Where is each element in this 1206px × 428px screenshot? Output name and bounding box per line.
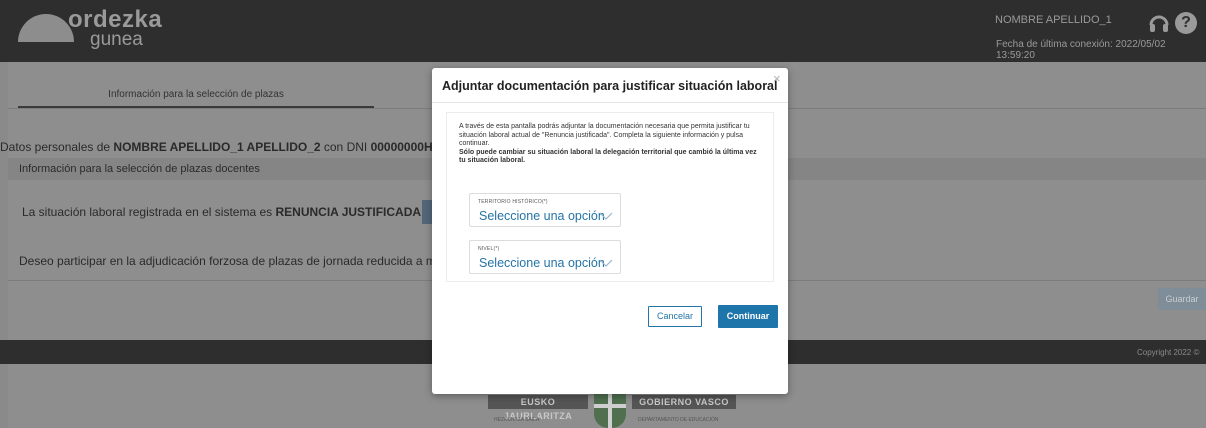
headset-icon[interactable] xyxy=(1148,12,1170,34)
gv-logo-left-small: HEZKUNTZA SAILA xyxy=(494,417,540,423)
continue-button[interactable]: Continuar xyxy=(718,305,778,328)
gobierno-vasco-logo: EUSKO JAURLARITZA GOBIERNO VASCO HEZKUNT… xyxy=(488,388,736,428)
modal-header-divider xyxy=(432,102,788,103)
situacion-value: RENUNCIA JUSTIFICADA xyxy=(275,205,422,219)
gv-emblem-icon xyxy=(594,388,626,428)
situacion-prefix: La situación laboral registrada en el si… xyxy=(22,205,276,219)
modal-form: A través de esta pantalla podrás adjunta… xyxy=(446,112,774,282)
gv-logo-left: EUSKO JAURLARITZA xyxy=(488,395,588,421)
territorio-value[interactable]: Seleccione una opción xyxy=(479,209,605,223)
help-icon[interactable]: ? xyxy=(1175,12,1197,34)
territorio-label: TERRITORIO HISTÓRICO(*) xyxy=(478,199,548,205)
cancel-button[interactable]: Cancelar xyxy=(648,306,702,327)
personal-data-line: Datos personales de NOMBRE APELLIDO_1 AP… xyxy=(0,140,433,154)
territorio-select[interactable]: TERRITORIO HISTÓRICO(*) Seleccione una o… xyxy=(469,193,621,227)
modal-intro: A través de esta pantalla podrás adjunta… xyxy=(459,123,765,166)
ordezka-logo[interactable]: ordezka gunea xyxy=(18,6,198,54)
situacion-laboral-text: La situación laboral registrada en el si… xyxy=(22,205,421,219)
last-connection: Fecha de última conexión: 2022/05/02 13:… xyxy=(996,39,1166,61)
personal-middle: con DNI xyxy=(320,140,371,154)
section-title: Información para la selección de plazas … xyxy=(19,163,260,175)
modal-title: Adjuntar documentación para justificar s… xyxy=(442,79,778,93)
personal-dni: 00000000H xyxy=(370,140,433,154)
chevron-down-icon[interactable] xyxy=(599,211,613,221)
app-header: ordezka gunea NOMBRE APELLIDO_1 Fecha de… xyxy=(0,0,1206,62)
tab-seleccion-plazas[interactable]: Información para la selección de plazas xyxy=(18,82,374,108)
deseo-participar-text: Deseo participar en la adjudicación forz… xyxy=(19,254,432,268)
user-name[interactable]: NOMBRE APELLIDO_1 xyxy=(995,14,1112,26)
nivel-label: NIVEL(*) xyxy=(478,246,500,252)
close-icon[interactable]: × xyxy=(773,71,781,86)
gv-logo-right: GOBIERNO VASCO xyxy=(632,395,736,409)
logo-subtitle: gunea xyxy=(90,29,143,50)
nivel-select[interactable]: NIVEL(*) Seleccione una opción xyxy=(469,240,621,274)
guardar-button[interactable]: Guardar xyxy=(1158,288,1206,310)
modal-intro-bold: Sólo puede cambiar su situación laboral … xyxy=(459,148,757,165)
personal-prefix: Datos personales de xyxy=(0,140,114,154)
copyright-text: Copyright 2022 © xyxy=(1137,348,1200,357)
modal-intro-text: A través de esta pantalla podrás adjunta… xyxy=(459,123,750,148)
nivel-value[interactable]: Seleccione una opción xyxy=(479,256,605,270)
attach-documentation-modal: Adjuntar documentación para justificar s… xyxy=(432,68,788,394)
personal-name: NOMBRE APELLIDO_1 APELLIDO_2 xyxy=(113,140,321,154)
chevron-down-icon[interactable] xyxy=(599,258,613,268)
gv-logo-right-small: DEPARTAMENTO DE EDUCACIÓN xyxy=(638,417,719,423)
